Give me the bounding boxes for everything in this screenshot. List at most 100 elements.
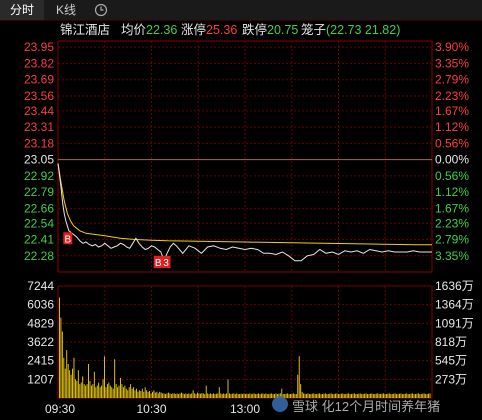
- volume-bar: [102, 379, 104, 398]
- volume-bar: [215, 393, 217, 398]
- price-tick-label: 23.31: [24, 120, 54, 134]
- volume-bar: [220, 393, 222, 398]
- percent-tick-label: 1.67%: [435, 104, 469, 118]
- volume-bar: [211, 394, 213, 398]
- volume-bar: [231, 393, 233, 398]
- volume-bar: [136, 388, 137, 398]
- price-tick-label: 23.82: [24, 56, 54, 70]
- volume-bar: [166, 393, 168, 398]
- volume-bar: [226, 393, 228, 398]
- volume-bar: [236, 393, 238, 398]
- percent-tick-label: 3.35%: [435, 249, 469, 263]
- volume-bar: [112, 388, 114, 398]
- percent-tick-label: 2.79%: [435, 233, 469, 247]
- volume-bar: [260, 393, 262, 398]
- volume-bar: [95, 387, 97, 398]
- volume-bar: [74, 379, 76, 398]
- volume-bar: [249, 393, 251, 398]
- volume-bar: [79, 384, 81, 398]
- volume-bar: [101, 385, 103, 398]
- volume-bar: [210, 393, 212, 398]
- volume-bar: [195, 394, 197, 398]
- price-tick-label: 23.69: [24, 73, 54, 87]
- volume-bar: [114, 359, 116, 398]
- volume-bar: [99, 387, 101, 398]
- volume-tick-label: 3622: [27, 335, 54, 349]
- volume-bar: [80, 382, 82, 398]
- volume-bar: [256, 394, 258, 398]
- watermark-logo-icon: [272, 396, 288, 412]
- price-tick-label: 23.44: [24, 104, 54, 118]
- volume-amount-label: 1364万: [435, 298, 474, 312]
- volume-tick-label: 1207: [27, 372, 54, 386]
- volume-bar: [69, 370, 71, 398]
- trade-marker-label: 3: [163, 258, 169, 269]
- volume-bar: [229, 393, 230, 398]
- volume-bar: [188, 393, 190, 398]
- volume-bar: [179, 393, 181, 398]
- volume-bar: [245, 394, 246, 398]
- volume-bar: [105, 387, 107, 398]
- price-tick-label: 22.41: [24, 233, 54, 247]
- time-axis-label: 13:00: [230, 402, 260, 416]
- volume-bar: [259, 394, 261, 398]
- volume-bar: [172, 393, 174, 398]
- price-tick-label: 23.95: [24, 40, 54, 54]
- volume-bar: [239, 394, 241, 398]
- volume-bar: [181, 392, 182, 398]
- volume-bar: [224, 394, 226, 398]
- percent-tick-label: 0.56%: [435, 136, 469, 150]
- volume-bar: [288, 394, 290, 398]
- price-tick-label: 22.54: [24, 216, 54, 230]
- volume-bar: [159, 391, 161, 398]
- volume-bar: [67, 364, 69, 398]
- volume-bar: [213, 393, 214, 398]
- volume-bar: [173, 393, 175, 398]
- volume-bar: [115, 384, 117, 398]
- volume-bar: [141, 388, 143, 398]
- volume-bar: [204, 394, 206, 398]
- volume-tick-label: 7244: [27, 279, 54, 293]
- volume-bar: [247, 394, 249, 398]
- volume-bar: [169, 393, 171, 398]
- volume-bar: [154, 392, 156, 398]
- volume-bar: [130, 384, 132, 398]
- volume-bar: [189, 394, 191, 398]
- volume-bar: [240, 393, 242, 398]
- price-tick-label: 22.92: [24, 169, 54, 183]
- volume-amount-label: 1636万: [435, 279, 474, 293]
- volume-bar: [146, 390, 148, 398]
- volume-bar: [109, 385, 111, 398]
- volume-amount-label: 1091万: [435, 316, 474, 330]
- volume-bar: [214, 394, 216, 398]
- volume-bar: [133, 387, 135, 398]
- volume-bar: [263, 394, 265, 398]
- volume-bar: [290, 394, 291, 398]
- volume-bar: [147, 391, 149, 398]
- volume-bar: [265, 393, 267, 398]
- trade-marker-label: B: [155, 258, 162, 269]
- volume-bar: [104, 356, 105, 398]
- volume-bar: [186, 394, 188, 398]
- volume-bar: [118, 385, 120, 398]
- volume-bar: [96, 385, 98, 398]
- volume-bar: [66, 350, 68, 398]
- volume-bar: [198, 393, 200, 398]
- volume-tick-label: 2415: [27, 354, 54, 368]
- volume-bar: [153, 390, 155, 398]
- volume-bar: [250, 394, 252, 398]
- volume-bar: [89, 381, 91, 398]
- volume-bar: [185, 393, 187, 398]
- volume-bar: [255, 394, 257, 398]
- volume-bar: [111, 387, 113, 398]
- volume-bar: [192, 390, 194, 398]
- volume-bar: [134, 390, 136, 398]
- volume-bar: [201, 393, 203, 398]
- volume-bar: [223, 393, 225, 398]
- percent-tick-label: 0.00%: [435, 153, 469, 167]
- volume-bar: [237, 394, 239, 398]
- volume-bar: [242, 394, 243, 398]
- volume-bar: [246, 393, 248, 398]
- time-axis-label: 10:30: [136, 402, 166, 416]
- volume-bar: [77, 370, 79, 398]
